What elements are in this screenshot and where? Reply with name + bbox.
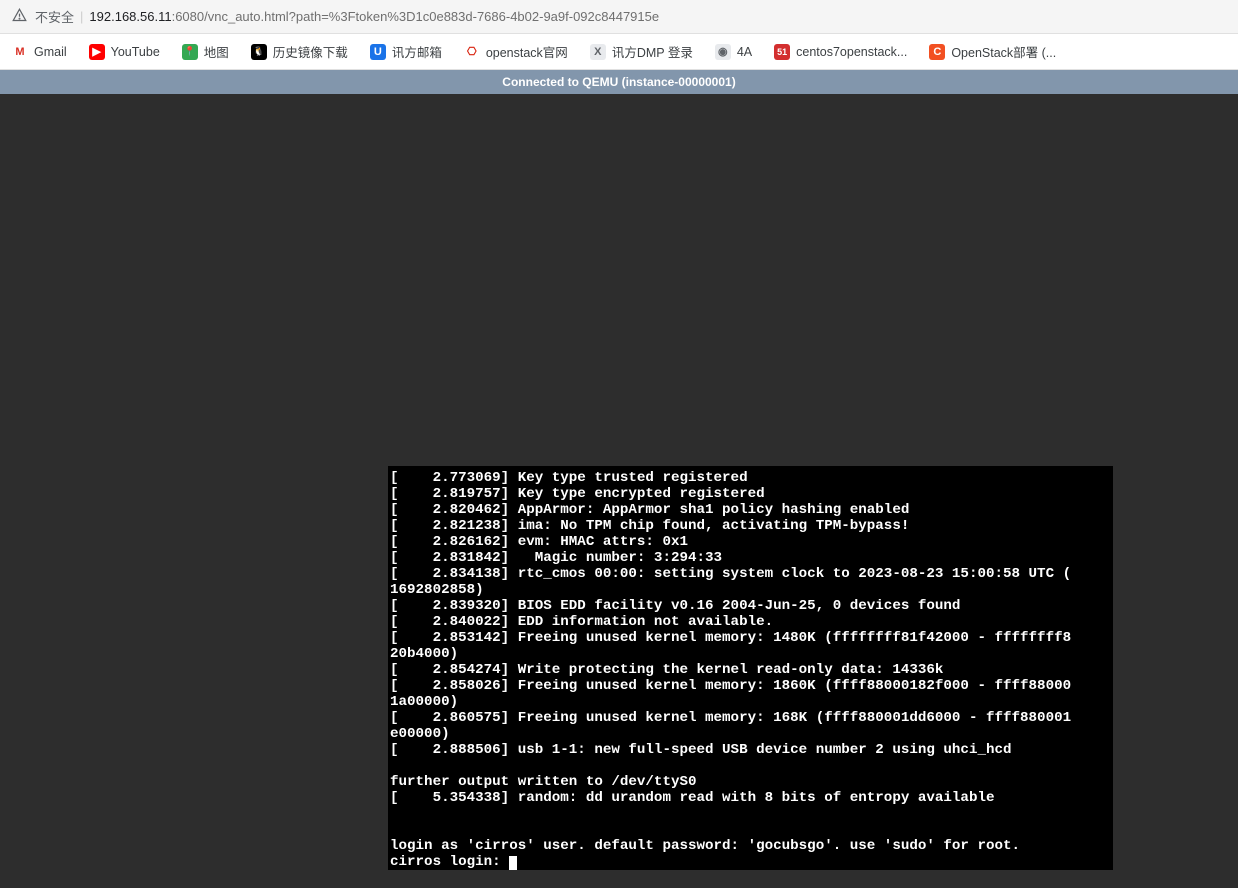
bookmark-label: YouTube (111, 45, 160, 59)
bookmark-label: openstack官网 (486, 42, 568, 61)
bookmark-item[interactable]: 📍 地图 (174, 38, 237, 65)
bookmark-favicon: ⎔ (464, 44, 480, 60)
bookmark-item[interactable]: 51 centos7openstack... (766, 40, 915, 64)
bookmark-label: 讯方DMP 登录 (612, 42, 693, 61)
bookmark-favicon: X (590, 44, 606, 60)
bookmark-item[interactable]: ⎔ openstack官网 (456, 38, 576, 65)
bookmark-item[interactable]: ◉ 4A (707, 40, 760, 64)
bookmark-item[interactable]: 🐧 历史镜像下载 (243, 38, 356, 65)
separator: | (80, 9, 83, 24)
bookmark-favicon: C (929, 44, 945, 60)
url-text[interactable]: 192.168.56.11:6080/vnc_auto.html?path=%3… (89, 9, 659, 24)
bookmark-favicon: 📍 (182, 44, 198, 60)
bookmark-item[interactable]: U 讯方邮箱 (362, 38, 450, 65)
address-bar[interactable]: 不安全 | 192.168.56.11:6080/vnc_auto.html?p… (0, 0, 1238, 34)
guest-terminal[interactable]: [ 2.773069] Key type trusted registered … (388, 466, 1113, 870)
terminal-cursor (509, 856, 517, 870)
vnc-status-text: Connected to QEMU (instance-00000001) (502, 75, 735, 89)
bookmark-favicon: M (12, 44, 28, 60)
bookmark-favicon: ◉ (715, 44, 731, 60)
bookmark-favicon: U (370, 44, 386, 60)
vnc-status-bar: Connected to QEMU (instance-00000001) (0, 70, 1238, 94)
bookmark-label: 历史镜像下载 (273, 42, 348, 61)
bookmark-label: Gmail (34, 45, 67, 59)
bookmark-item[interactable]: C OpenStack部署 (... (921, 38, 1064, 65)
bookmark-favicon: ▶ (89, 44, 105, 60)
bookmark-item[interactable]: X 讯方DMP 登录 (582, 38, 701, 65)
insecure-icon (12, 8, 27, 26)
bookmarks-bar: M Gmail ▶ YouTube 📍 地图 🐧 历史镜像下载 U 讯方邮箱 ⎔ openstack官… (0, 34, 1238, 70)
bookmark-favicon: 🐧 (251, 44, 267, 60)
bookmark-item[interactable]: M Gmail (4, 40, 75, 64)
vnc-canvas-area[interactable]: [ 2.773069] Key type trusted registered … (0, 94, 1238, 888)
security-label: 不安全 (35, 7, 74, 26)
bookmark-item[interactable]: ▶ YouTube (81, 40, 168, 64)
bookmark-label: 讯方邮箱 (392, 42, 442, 61)
bookmark-label: centos7openstack... (796, 45, 907, 59)
bookmark-favicon: 51 (774, 44, 790, 60)
bookmark-label: 地图 (204, 42, 229, 61)
bookmark-label: OpenStack部署 (... (951, 42, 1056, 61)
bookmark-label: 4A (737, 45, 752, 59)
